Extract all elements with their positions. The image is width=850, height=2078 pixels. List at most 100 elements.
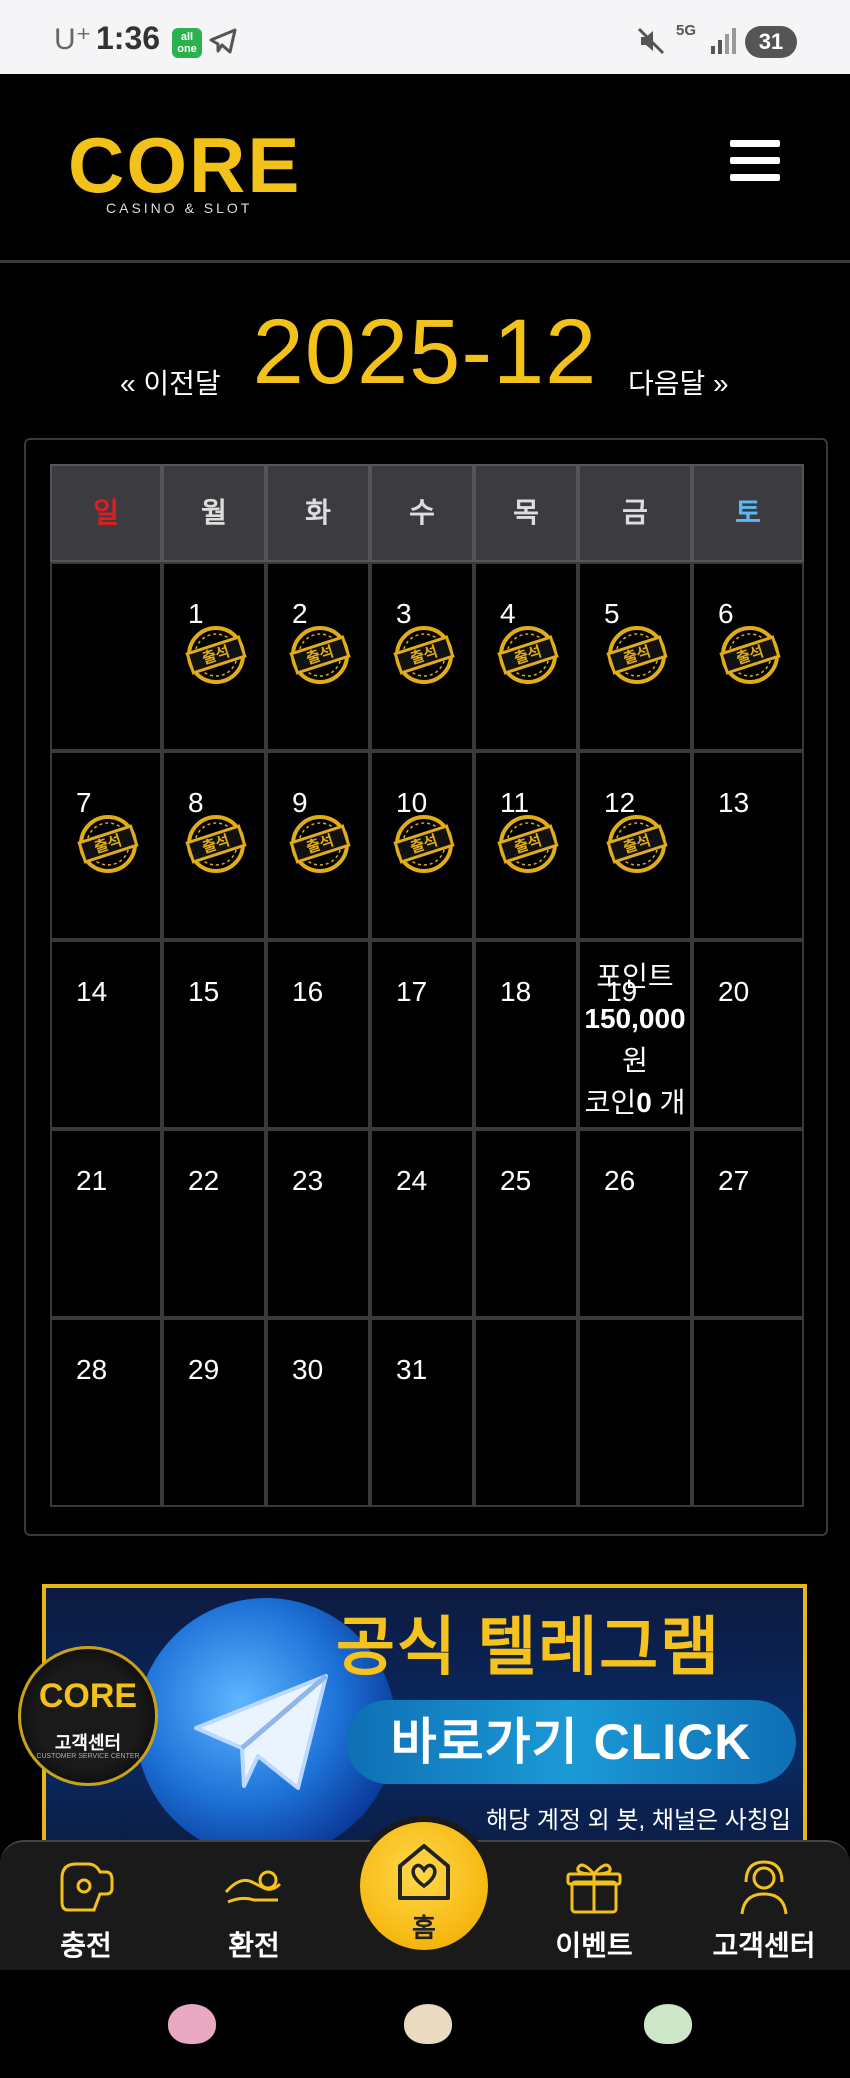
coin-line: 코인0 개 [580, 1082, 690, 1124]
weekday-header-cell: 일 [50, 464, 162, 562]
weekday-header-cell: 월 [162, 464, 266, 562]
day-number: 14 [76, 976, 108, 1007]
coin-value: 0 [636, 1087, 652, 1118]
back-frog-icon[interactable] [644, 2004, 692, 2044]
telegram-plane-icon [186, 1658, 336, 1813]
day-cell: 18 [474, 940, 578, 1129]
stamp-label: 출석 [408, 831, 440, 857]
day-number: 26 [604, 1165, 636, 1196]
week-row: 21 22 23 24 25 26 27 [50, 1129, 804, 1318]
mute-icon [636, 26, 666, 61]
day-number: 18 [500, 976, 532, 1007]
day-cell: 28 [50, 1318, 162, 1507]
day-number: 27 [718, 1165, 750, 1196]
weekday-header-cell: 토 [692, 464, 804, 562]
day-number: 31 [396, 1354, 428, 1385]
day-cell: 22 [162, 1129, 266, 1318]
empty-day-cell [50, 562, 162, 751]
telegram-notification-icon [208, 26, 238, 61]
day-cell: 26 [578, 1129, 692, 1318]
stamp-label: 출석 [408, 642, 440, 668]
recents-frog-icon[interactable] [168, 2004, 216, 2044]
banner-title: 공식 텔레그램 [336, 1611, 722, 1683]
day-cell: 13 [692, 751, 804, 940]
gift-icon [514, 1856, 674, 1920]
floating-customer-center-button[interactable]: CORE 고객센터 CUSTOMER SERVICE CENTER [18, 1646, 158, 1786]
attendance-stamp-icon: 출석 [715, 624, 785, 686]
attendance-stamp-icon: 출석 [493, 624, 563, 686]
day-cell: 5 출석 [578, 562, 692, 751]
day-number: 21 [76, 1165, 108, 1196]
empty-day-cell [578, 1318, 692, 1507]
weekday-header-row: 일월화수목금토 [50, 464, 804, 562]
coin-label: 코인 [584, 1087, 637, 1118]
carrier-label: U⁺ [54, 23, 92, 56]
empty-day-cell [474, 1318, 578, 1507]
allone-app-icon: all one [172, 28, 202, 58]
clock: 1:36 [96, 20, 161, 56]
stamp-label: 출석 [734, 642, 766, 668]
stamp-label: 출석 [304, 642, 336, 668]
weekday-header-cell: 수 [370, 464, 474, 562]
attendance-stamp-icon: 출석 [285, 624, 355, 686]
week-row: 14 15 16 17 18 19 포인트 150,000 원 코인0 개 20 [50, 940, 804, 1129]
nav-home-button[interactable]: 홈 [360, 1822, 488, 1950]
day-cell: 16 [266, 940, 370, 1129]
cs-title: 고객센터 [54, 1733, 122, 1753]
nav-event-label: 이벤트 [555, 1930, 633, 1961]
nav-deposit-label: 충전 [60, 1930, 112, 1961]
stamp-label: 출석 [92, 831, 124, 857]
day-cell: 7 출석 [50, 751, 162, 940]
weekday-header-cell: 금 [578, 464, 692, 562]
nav-deposit[interactable]: 충전 [6, 1856, 166, 1964]
day-cell: 1 출석 [162, 562, 266, 751]
day-cell: 29 [162, 1318, 266, 1507]
stamp-label: 출석 [621, 642, 653, 668]
banner-cta-button[interactable]: 바로가기 CLICK [346, 1700, 796, 1784]
day-cell: 30 [266, 1318, 370, 1507]
battery-indicator: 31 [745, 26, 797, 58]
deposit-icon [6, 1856, 166, 1920]
nav-event[interactable]: 이벤트 [514, 1856, 674, 1964]
nav-withdraw[interactable]: 환전 [174, 1856, 334, 1964]
day-cell: 2 출석 [266, 562, 370, 751]
week-row: 1 출석 2 출석 3 출석 4 출석 5 출석 6 출석 [50, 562, 804, 751]
day-cell: 10 출석 [370, 751, 474, 940]
day-cell: 17 [370, 940, 474, 1129]
attendance-stamp-icon: 출석 [285, 813, 355, 875]
day-cell: 19 포인트 150,000 원 코인0 개 [578, 940, 692, 1129]
attendance-calendar: 일월화수목금토 1 출석 2 출석 3 출석 4 출석 5 출석 6 출석 7 출석 8 출석 9 출석 10 출석 1… [24, 438, 828, 1536]
attendance-stamp-icon: 출석 [493, 813, 563, 875]
stamp-label: 출석 [512, 642, 544, 668]
next-month-link[interactable]: 다음달 » [628, 362, 729, 402]
withdraw-icon [174, 1856, 334, 1920]
network-type-indicator: 5G [676, 22, 697, 39]
coin-unit: 개 [659, 1087, 686, 1118]
nav-withdraw-label: 환전 [228, 1930, 280, 1961]
day-cell: 20 [692, 940, 804, 1129]
stamp-label: 출석 [304, 831, 336, 857]
day-cell: 23 [266, 1129, 370, 1318]
home-frog-icon[interactable] [404, 2004, 452, 2044]
day-number: 25 [500, 1165, 532, 1196]
day-number: 16 [292, 976, 324, 1007]
weekday-header-cell: 목 [474, 464, 578, 562]
status-bar: U⁺ 1:36 all one 5G 31 [0, 0, 850, 74]
day-cell: 6 출석 [692, 562, 804, 751]
attendance-stamp-icon: 출석 [181, 624, 251, 686]
system-navigation-bar [0, 1970, 850, 2078]
week-row: 7 출석 8 출석 9 출석 10 출석 11 출석 12 출석 13 [50, 751, 804, 940]
today-reward-summary: 포인트 150,000 원 코인0 개 [580, 956, 690, 1124]
day-cell: 4 출석 [474, 562, 578, 751]
empty-day-cell [692, 1318, 804, 1507]
month-navigation: « 이전달 2025-12 다음달 » [0, 290, 850, 410]
calendar-body: 1 출석 2 출석 3 출석 4 출석 5 출석 6 출석 7 출석 8 출석 9 출석 10 출석 11 출석 12 출석 1… [50, 562, 804, 1507]
menu-icon[interactable] [730, 140, 780, 184]
nav-support[interactable]: 고객센터 [684, 1856, 844, 1964]
day-cell: 25 [474, 1129, 578, 1318]
core-logo[interactable]: CORE CASINO & SLOT [68, 126, 299, 216]
day-cell: 14 [50, 940, 162, 1129]
stamp-label: 출석 [200, 831, 232, 857]
cs-subtitle: CUSTOMER SERVICE CENTER [36, 1753, 140, 1760]
day-cell: 21 [50, 1129, 162, 1318]
